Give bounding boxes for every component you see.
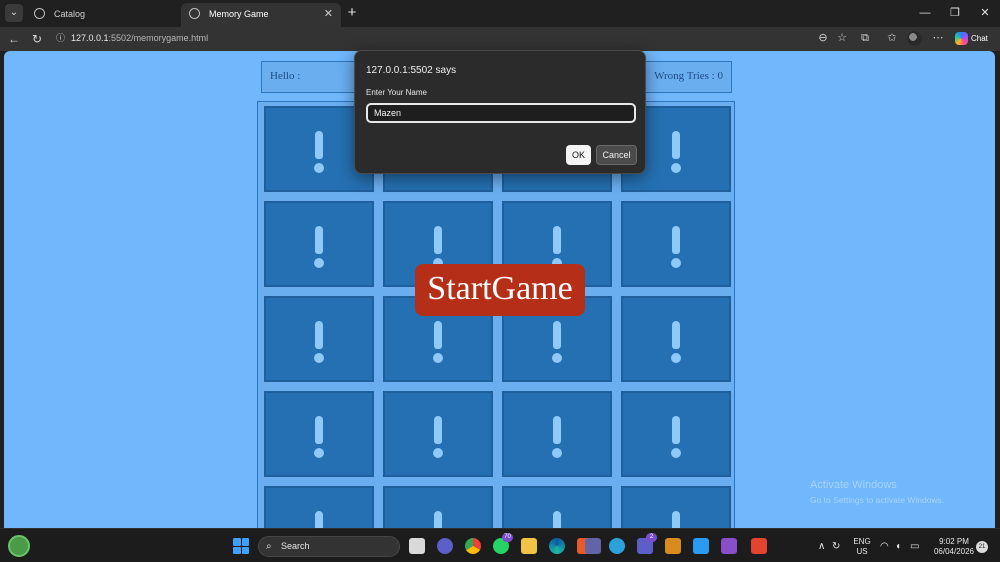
telegram-icon[interactable]: [609, 538, 625, 554]
favorite-star-icon[interactable]: ☆: [834, 30, 850, 46]
reload-icon[interactable]: ↻: [28, 30, 46, 48]
memory-card[interactable]: [502, 391, 612, 477]
whatsapp-icon[interactable]: 70: [493, 533, 513, 554]
globe-icon: [189, 8, 200, 19]
copilot-icon: [955, 32, 968, 45]
taskbar-search[interactable]: ⌕ Search: [258, 536, 400, 557]
widgets-icon[interactable]: [8, 535, 30, 557]
tab-label: Memory Game: [209, 9, 269, 19]
paint-icon[interactable]: [665, 538, 681, 554]
notification-badge[interactable]: 21: [976, 541, 988, 553]
date-label: 06/04/2026: [933, 547, 975, 556]
teams-work-icon[interactable]: 2: [637, 533, 657, 554]
hello-label: Hello :: [270, 70, 301, 82]
tab-catalog[interactable]: Catalog: [26, 3, 180, 27]
edge-icon[interactable]: [549, 538, 565, 554]
site-info-icon[interactable]: ⓘ: [56, 33, 66, 44]
battery-icon[interactable]: ▭: [910, 541, 919, 552]
memory-card[interactable]: [621, 201, 731, 287]
memory-card[interactable]: [264, 391, 374, 477]
region-label: US: [856, 547, 868, 556]
maximize-button[interactable]: ❐: [940, 3, 970, 23]
memory-card[interactable]: [383, 486, 493, 528]
task-view-icon[interactable]: [409, 538, 425, 554]
watermark-title: Activate Windows: [810, 479, 897, 491]
time-label: 9:02 PM: [939, 537, 969, 546]
file-explorer-icon[interactable]: [521, 538, 537, 554]
watermark-subtitle: Go to Settings to activate Windows.: [810, 495, 945, 505]
browser-toolbar: ← ↻ ⓘ 127.0.0.1:5502/memorygame.html: [0, 27, 1000, 51]
memory-card[interactable]: [264, 486, 374, 528]
memory-card[interactable]: [621, 486, 731, 528]
start-game-button[interactable]: StartGame: [415, 264, 585, 316]
address-bar[interactable]: ⓘ 127.0.0.1:5502/memorygame.html: [50, 29, 805, 49]
onedrive-sync-icon[interactable]: ↻: [832, 541, 840, 552]
memory-card[interactable]: [502, 486, 612, 528]
show-hidden-icons-icon[interactable]: ∧: [818, 541, 825, 552]
close-tab-icon[interactable]: ✕: [324, 3, 333, 25]
wifi-icon[interactable]: ◠: [880, 541, 889, 552]
wrong-tries-label: Wrong Tries : 0: [654, 70, 723, 82]
memory-card[interactable]: [264, 201, 374, 287]
search-label: Search: [281, 541, 310, 551]
chat-label: Chat: [971, 34, 988, 43]
windows-taskbar: ⌕ Search 70 2 ∧ ↻ ENG US ◠ ◖ ▭ 9:02 PM 0…: [0, 528, 1000, 562]
more-options-icon[interactable]: ⋯: [930, 30, 946, 46]
tab-actions-icon[interactable]: ⌄: [5, 4, 23, 22]
activate-windows-watermark: Activate Windows Go to Settings to activ…: [810, 478, 944, 508]
dialog-message: Enter Your Name: [366, 88, 427, 97]
teams-meet-icon[interactable]: [437, 538, 453, 554]
visual-studio-icon[interactable]: [721, 538, 737, 554]
volume-icon[interactable]: ◖: [895, 541, 901, 552]
name-input[interactable]: [366, 103, 636, 123]
back-icon[interactable]: ←: [5, 30, 23, 48]
browser-tab-strip: ⌄ Catalog Memory Game ✕ + — ❐ ✕: [0, 0, 1000, 27]
teams-badge: 2: [646, 533, 657, 542]
url-text: 127.0.0.1:5502/memorygame.html: [71, 32, 208, 45]
prompt-dialog: 127.0.0.1:5502 says Enter Your Name OK C…: [354, 50, 646, 174]
language-indicator[interactable]: ENG US: [852, 537, 872, 562]
close-window-button[interactable]: ✕: [970, 3, 1000, 23]
memory-card[interactable]: [621, 391, 731, 477]
url-path: :5502/memorygame.html: [108, 33, 209, 43]
tab-label: Catalog: [54, 9, 86, 19]
memory-card[interactable]: [264, 296, 374, 382]
profile-avatar[interactable]: [907, 31, 922, 46]
language-label: ENG: [853, 537, 871, 546]
teams-icon[interactable]: [585, 538, 601, 554]
tab-memory-game[interactable]: Memory Game ✕: [181, 3, 341, 27]
clock[interactable]: 9:02 PM 06/04/2026: [930, 537, 978, 562]
extensions-icon[interactable]: ⧉: [857, 30, 873, 46]
todoist-icon[interactable]: [751, 538, 767, 554]
chrome-icon[interactable]: [465, 538, 481, 554]
screen: ⌄ Catalog Memory Game ✕ + — ❐ ✕ ← ↻ ⓘ 12…: [0, 0, 1000, 562]
cancel-button[interactable]: Cancel: [596, 145, 637, 165]
favorites-icon[interactable]: ✩: [884, 30, 900, 46]
new-tab-button[interactable]: +: [344, 3, 360, 23]
zoom-icon[interactable]: ⊖: [815, 30, 831, 46]
whatsapp-badge: 70: [502, 533, 513, 542]
vscode-icon[interactable]: [693, 538, 709, 554]
url-host: 127.0.0.1: [71, 33, 109, 43]
memory-card[interactable]: [383, 391, 493, 477]
ok-button[interactable]: OK: [566, 145, 591, 165]
windows-start-icon[interactable]: [233, 538, 249, 554]
minimize-button[interactable]: —: [910, 3, 940, 23]
globe-icon: [34, 8, 45, 19]
copilot-chat-button[interactable]: Chat: [953, 30, 995, 47]
search-icon: ⌕: [266, 541, 272, 552]
memory-card[interactable]: [621, 296, 731, 382]
dialog-title: 127.0.0.1:5502 says: [366, 65, 457, 76]
